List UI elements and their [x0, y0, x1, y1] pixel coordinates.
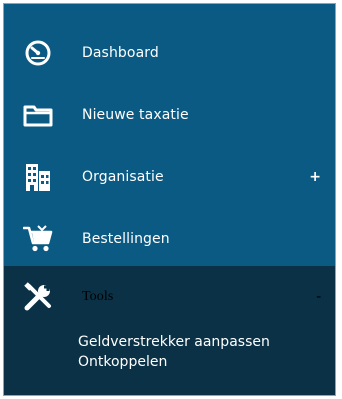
expand-toggle[interactable]: + — [309, 169, 321, 185]
sidebar-item-label: Nieuwe taxatie — [82, 107, 189, 123]
sidebar-item-label: Dashboard — [82, 45, 159, 61]
menu-list: Dashboard Nieuwe taxatie Organisatie + B… — [4, 22, 335, 270]
sidebar-menu: Dashboard Nieuwe taxatie Organisatie + B… — [3, 3, 336, 396]
sidebar-item-tools[interactable]: Tools - — [4, 266, 335, 328]
submenu-item-geldverstrekker-aanpassen[interactable]: Geldverstrekker aanpassen — [78, 332, 270, 352]
sidebar-item-organisatie[interactable]: Organisatie + — [4, 146, 335, 208]
sidebar-item-dashboard[interactable]: Dashboard — [4, 22, 335, 84]
sidebar-item-nieuwe-taxatie[interactable]: Nieuwe taxatie — [4, 84, 335, 146]
collapse-toggle[interactable]: - — [316, 289, 321, 305]
tools-submenu: Geldverstrekker aanpassen Ontkoppelen — [78, 332, 270, 372]
wrench-screwdriver-icon — [21, 280, 55, 314]
folder-icon — [21, 98, 55, 132]
sidebar-item-label: Organisatie — [82, 169, 164, 185]
sidebar-item-bestellingen[interactable]: Bestellingen — [4, 208, 335, 270]
sidebar-item-label: Bestellingen — [82, 231, 170, 247]
shopping-cart-icon — [21, 222, 55, 256]
building-icon — [21, 160, 55, 194]
sidebar-item-label: Tools — [82, 289, 114, 304]
dashboard-gauge-icon — [21, 36, 55, 70]
submenu-item-ontkoppelen[interactable]: Ontkoppelen — [78, 352, 270, 372]
sidebar-item-tools-expanded: Tools - Geldverstrekker aanpassen Ontkop… — [4, 266, 335, 395]
